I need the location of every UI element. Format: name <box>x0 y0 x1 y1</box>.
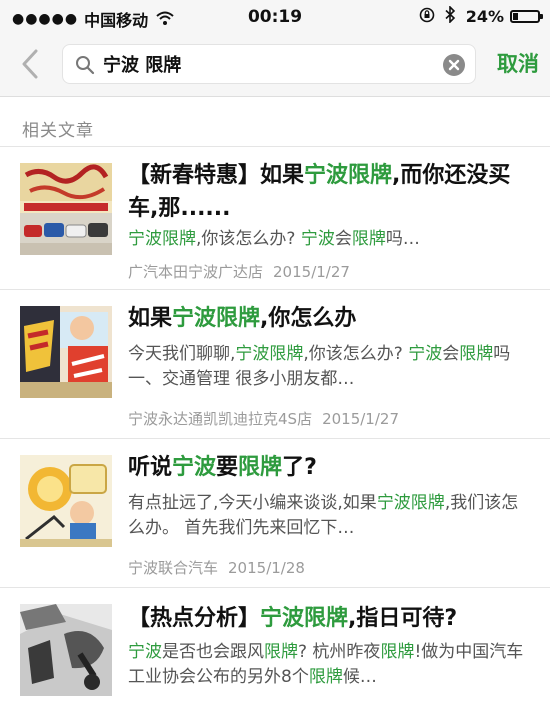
article-snippet: 今天我们聊聊,宁波限牌,你该怎么办? 宁波会限牌吗 一、交通管理 很多小朋友都… <box>128 342 528 392</box>
snippet-text: 今天我们聊聊, <box>128 344 236 364</box>
snippet-highlight: 限牌 <box>380 642 415 662</box>
comic-collage-thumbnail <box>20 306 112 398</box>
title-text: ,你怎么办 <box>260 306 357 331</box>
clear-icon[interactable] <box>443 54 465 76</box>
search-results-screen: ●●●●● 中国移动 00:19 24% 宁波 限牌 取消 相关文章 【新春特惠… <box>0 0 550 703</box>
title-text: 听说 <box>128 455 173 480</box>
title-text: ,指日可待? <box>348 606 458 631</box>
orientation-lock-icon <box>419 7 435 27</box>
snippet-text: 候… <box>342 667 377 687</box>
battery-icon <box>510 10 543 23</box>
title-text: 了? <box>282 455 317 480</box>
snippet-text: ,你该怎么办? <box>303 344 409 364</box>
article-snippet: 宁波是否也会跟风限牌? 杭州昨夜限牌!做为中国汽车工业协会公布的另外8个限牌候… <box>128 640 528 690</box>
article-item[interactable]: 【热点分析】宁波限牌,指日可待? 宁波是否也会跟风限牌? 杭州昨夜限牌!做为中国… <box>0 588 550 703</box>
title-text: 要 <box>216 455 239 480</box>
title-text: 【新春特惠】如果 <box>128 163 305 188</box>
snippet-highlight: 宁波 <box>408 344 443 364</box>
search-input[interactable] <box>103 51 423 77</box>
bluetooth-icon <box>445 5 456 27</box>
search-icon <box>75 55 95 79</box>
article-title: 如果宁波限牌,你怎么办 <box>128 302 528 335</box>
article-title: 听说宁波要限牌了? <box>128 451 528 484</box>
snippet-text: 有点扯远了,今天小编来谈谈,如果 <box>128 493 377 513</box>
title-highlight: 宁波限牌 <box>172 306 261 331</box>
battery-percent: 24% <box>465 7 504 26</box>
back-chevron-icon <box>22 49 38 79</box>
snippet-highlight: 限牌 <box>264 642 298 662</box>
article-source: 宁波永达通凯凯迪拉克4S店 <box>128 410 313 428</box>
battery-fill <box>513 13 518 20</box>
snippet-text: 会 <box>334 229 352 249</box>
snippet-highlight: 宁波限牌 <box>376 493 445 513</box>
cancel-button[interactable]: 取消 <box>490 46 546 82</box>
article-title: 【热点分析】宁波限牌,指日可待? <box>128 602 528 635</box>
article-meta: 宁波联合汽车 2015/1/28 <box>128 557 528 578</box>
article-meta: 宁波永达通凯凯迪拉克4S店 2015/1/27 <box>128 408 528 429</box>
title-highlight: 宁波限牌 <box>304 163 393 188</box>
article-date: 2015/1/27 <box>322 410 399 428</box>
status-right: 24% <box>419 5 543 27</box>
status-bar: ●●●●● 中国移动 00:19 24% <box>0 0 550 34</box>
title-highlight: 宁波 <box>172 455 217 480</box>
section-label: 相关文章 <box>22 121 94 141</box>
back-button[interactable] <box>16 48 46 80</box>
article-date: 2015/1/28 <box>228 559 305 577</box>
snippet-text: 是否也会跟风 <box>162 642 264 662</box>
article-snippet: 宁波限牌,你该怎么办? 宁波会限牌吗… <box>128 227 528 252</box>
title-text: 如果 <box>128 306 173 331</box>
new-year-banner-thumbnail <box>20 163 112 255</box>
title-text: 【热点分析】 <box>128 606 261 631</box>
article-source: 宁波联合汽车 <box>128 559 219 577</box>
article-item[interactable]: 【新春特惠】如果宁波限牌,而你还没买车,那...... 宁波限牌,你该怎么办? … <box>0 147 550 289</box>
snippet-text: ,你该怎么办? <box>196 229 301 249</box>
article-item[interactable]: 如果宁波限牌,你怎么办 今天我们聊聊,宁波限牌,你该怎么办? 宁波会限牌吗 一、… <box>0 290 550 438</box>
article-meta: 广汽本田宁波广达店 2015/1/27 <box>128 261 528 282</box>
article-item[interactable]: 听说宁波要限牌了? 有点扯远了,今天小编来谈谈,如果宁波限牌,我们该怎么办。 首… <box>0 439 550 587</box>
snippet-highlight: 限牌 <box>308 667 343 687</box>
hotspot-analysis-thumbnail <box>20 604 112 696</box>
snippet-text: 会 <box>442 344 460 364</box>
snippet-highlight: 宁波 <box>300 229 335 249</box>
snippet-text: ? 杭州昨夜 <box>298 642 381 662</box>
snippet-highlight: 宁波限牌 <box>128 229 196 249</box>
snippet-text: 吗… <box>385 229 420 249</box>
snippet-highlight: 宁波限牌 <box>235 344 304 364</box>
article-date: 2015/1/27 <box>273 263 350 281</box>
snippet-highlight: 限牌 <box>459 344 494 364</box>
search-box[interactable] <box>62 44 476 84</box>
snippet-highlight: 宁波 <box>128 642 162 662</box>
search-bar: 取消 <box>0 34 550 97</box>
article-title: 【新春特惠】如果宁波限牌,而你还没买车,那...... <box>128 159 528 225</box>
title-highlight: 宁波限牌 <box>260 606 349 631</box>
title-highlight: 限牌 <box>238 455 283 480</box>
article-source: 广汽本田宁波广达店 <box>128 263 264 281</box>
cartoon-illustration-thumbnail <box>20 455 112 547</box>
snippet-highlight: 限牌 <box>351 229 386 249</box>
article-snippet: 有点扯远了,今天小编来谈谈,如果宁波限牌,我们该怎么办。 首先我们先来回忆下… <box>128 491 528 541</box>
